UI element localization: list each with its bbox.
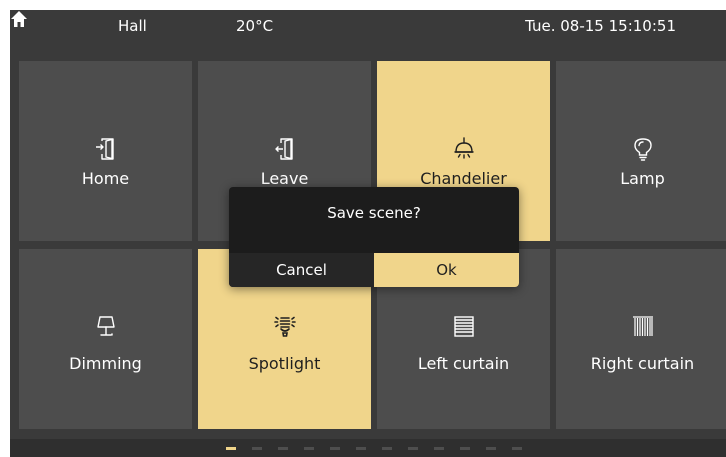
dialog-title: Save scene? [327,204,421,222]
scene-label: Chandelier [420,169,507,188]
page-dot-3[interactable] [278,447,288,450]
horizontal-blind-icon [453,316,474,337]
scene-label: Dimming [69,354,142,373]
scene-tile-dimming[interactable]: Dimming [19,249,192,429]
room-name: Hall [118,17,147,35]
scene-label: Leave [260,169,309,188]
enter-door-icon [95,138,114,160]
page-dot-10[interactable] [460,447,470,450]
page-dot-2[interactable] [252,447,262,450]
status-bar: Hall 20°C Tue. 08-15 15:10:51 [10,10,726,44]
page-dot-7[interactable] [382,447,392,450]
scene-label: Home [81,169,130,188]
page-dot-8[interactable] [408,447,418,450]
scene-tile-right-curtain[interactable]: Right curtain [556,249,726,429]
date-time: Tue. 08-15 15:10:51 [525,17,676,35]
scene-label: Lamp [620,169,665,188]
exit-door-icon [274,138,293,160]
page-dot-12[interactable] [512,447,522,450]
page-dot-1[interactable] [226,447,236,450]
page-dot-9[interactable] [434,447,444,450]
cancel-button[interactable]: Cancel [229,253,374,287]
ok-button[interactable]: Ok [374,253,519,287]
page-dot-5[interactable] [330,447,340,450]
page-dot-11[interactable] [486,447,496,450]
table-lamp-icon [96,316,115,336]
light-bulb-icon [633,138,652,161]
page-dot-6[interactable] [356,447,366,450]
page-dot-4[interactable] [304,447,314,450]
scene-tile-home[interactable]: Home [19,61,192,241]
scene-label: Right curtain [590,354,695,373]
temperature-readout: 20°C [236,17,274,35]
scene-label: Spotlight [248,354,321,373]
save-scene-dialog: Save scene? Cancel Ok [229,187,519,287]
page-indicator [10,439,726,457]
scene-tile-lamp[interactable]: Lamp [556,61,726,241]
energy-bulb-icon [273,316,296,337]
scene-label: Left curtain [417,354,510,373]
ceiling-lamp-icon [453,137,474,159]
home-icon[interactable] [10,10,28,28]
vertical-blind-icon [632,316,653,336]
panel-screen: Hall 20°C Tue. 08-15 15:10:51 Home Leave [10,10,726,457]
